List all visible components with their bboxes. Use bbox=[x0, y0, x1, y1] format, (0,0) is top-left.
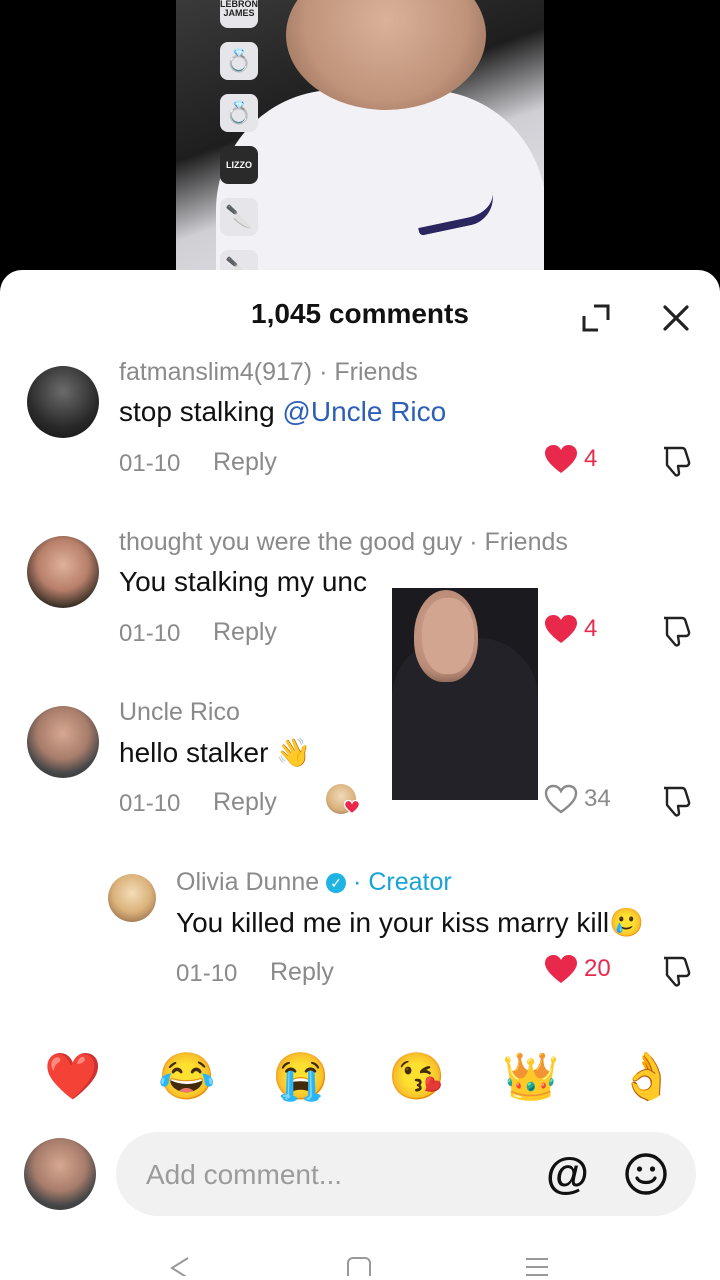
emoji-heart-button[interactable]: ❤️ bbox=[44, 1046, 101, 1106]
like-count: 34 bbox=[584, 785, 611, 812]
heart-filled-icon bbox=[545, 445, 577, 473]
knife-icon: 🔪 bbox=[220, 250, 258, 270]
reply-button[interactable]: Reply bbox=[270, 958, 334, 987]
close-icon[interactable] bbox=[658, 300, 694, 336]
comment-username[interactable]: Olivia Dunne ✓ · Creator bbox=[176, 868, 452, 897]
avatar[interactable] bbox=[27, 536, 99, 608]
ring-icon: 💍 bbox=[220, 42, 258, 80]
comment-text: You stalking my unc bbox=[119, 566, 367, 597]
recents-nav-icon[interactable] bbox=[524, 1256, 550, 1276]
emoji-laughing-button[interactable]: 😂 bbox=[158, 1046, 215, 1106]
like-count: 20 bbox=[584, 955, 611, 982]
reply-button[interactable]: Reply bbox=[213, 618, 277, 647]
avatar[interactable] bbox=[27, 706, 99, 778]
emoji-ok-hand-button[interactable]: 👌 bbox=[618, 1046, 675, 1106]
creator-liked-badge bbox=[326, 784, 360, 814]
like-button[interactable]: 20 bbox=[544, 954, 611, 984]
emoji-crown-button[interactable]: 👑 bbox=[502, 1046, 559, 1106]
comment-input-row: @ bbox=[0, 1130, 720, 1220]
comment-item: Uncle Rico hello stalker 👋 01-10 Reply 3… bbox=[0, 696, 720, 826]
dislike-icon[interactable] bbox=[658, 444, 692, 478]
video-preview[interactable]: LEBRON JAMES 💍 💍 LIZZO 🔪 🔪 bbox=[176, 0, 544, 270]
comment-text: stop stalking @Uncle Rico bbox=[119, 396, 447, 427]
heart-filled-icon bbox=[344, 800, 360, 814]
comment-text: You killed me in your kiss marry kill🥲 bbox=[176, 907, 644, 938]
emoji-crying-button[interactable]: 😭 bbox=[272, 1046, 329, 1106]
heart-filled-icon bbox=[545, 615, 577, 643]
comment-item: fatmanslim4(917) · Friends stop stalking… bbox=[0, 356, 720, 486]
like-button[interactable]: 4 bbox=[544, 614, 597, 644]
reply-button[interactable]: Reply bbox=[213, 448, 277, 477]
comment-username[interactable]: fatmanslim4(917) · Friends bbox=[119, 358, 418, 387]
system-navigation-bar bbox=[0, 1257, 720, 1280]
dislike-icon[interactable] bbox=[658, 784, 692, 818]
creator-tag: Creator bbox=[368, 868, 452, 896]
home-nav-icon[interactable] bbox=[346, 1256, 372, 1276]
verified-badge-icon: ✓ bbox=[326, 873, 347, 893]
comment-date: 01-10 bbox=[176, 960, 238, 987]
like-button[interactable]: 34 bbox=[544, 784, 611, 814]
avatar[interactable] bbox=[27, 366, 99, 438]
comment-item: thought you were the good guy · Friends … bbox=[0, 526, 720, 656]
heart-outline-icon bbox=[544, 784, 578, 814]
avatar[interactable] bbox=[108, 874, 156, 922]
mention-at-icon[interactable]: @ bbox=[546, 1150, 589, 1198]
tier-item-lizzo: LIZZO bbox=[220, 146, 258, 184]
back-nav-icon[interactable] bbox=[168, 1256, 192, 1276]
dislike-icon[interactable] bbox=[658, 614, 692, 648]
comment-text: hello stalker 👋 bbox=[119, 737, 312, 768]
creator-overlay-photo bbox=[392, 588, 538, 800]
comment-date: 01-10 bbox=[119, 450, 181, 477]
expand-icon[interactable] bbox=[580, 302, 612, 334]
heart-filled-icon bbox=[545, 955, 577, 983]
tier-list-overlay: LEBRON JAMES 💍 💍 LIZZO 🔪 🔪 bbox=[220, 0, 260, 270]
ring-icon: 💍 bbox=[220, 94, 258, 132]
comment-input-container[interactable]: @ bbox=[116, 1132, 696, 1216]
emoji-quick-bar: ❤️ 😂 😭 😘 👑 👌 bbox=[0, 1046, 720, 1106]
comment-reply-item: Olivia Dunne ✓ · Creator You killed me i… bbox=[0, 866, 720, 996]
emoji-picker-icon[interactable] bbox=[624, 1152, 668, 1196]
mention-link[interactable]: @Uncle Rico bbox=[282, 396, 446, 427]
overlay-face bbox=[422, 598, 474, 674]
comment-date: 01-10 bbox=[119, 620, 181, 647]
like-count: 4 bbox=[584, 445, 598, 472]
tier-item-lebron: LEBRON JAMES bbox=[220, 0, 258, 28]
comment-input[interactable] bbox=[144, 1152, 528, 1198]
comments-sheet: 1,045 comments fatmanslim4(917) · Friend… bbox=[0, 270, 720, 1280]
dislike-icon[interactable] bbox=[658, 954, 692, 988]
comment-date: 01-10 bbox=[119, 790, 181, 817]
comment-username[interactable]: thought you were the good guy · Friends bbox=[119, 528, 568, 557]
comment-username[interactable]: Uncle Rico bbox=[119, 698, 240, 727]
emoji-kiss-button[interactable]: 😘 bbox=[388, 1046, 445, 1106]
like-button[interactable]: 4 bbox=[544, 444, 597, 474]
knife-icon: 🔪 bbox=[220, 198, 258, 236]
current-user-avatar bbox=[24, 1138, 96, 1210]
like-count: 4 bbox=[584, 615, 598, 642]
comments-count-title: 1,045 comments bbox=[251, 298, 469, 329]
reply-button[interactable]: Reply bbox=[213, 788, 277, 817]
video-subject-jacket bbox=[216, 90, 544, 270]
